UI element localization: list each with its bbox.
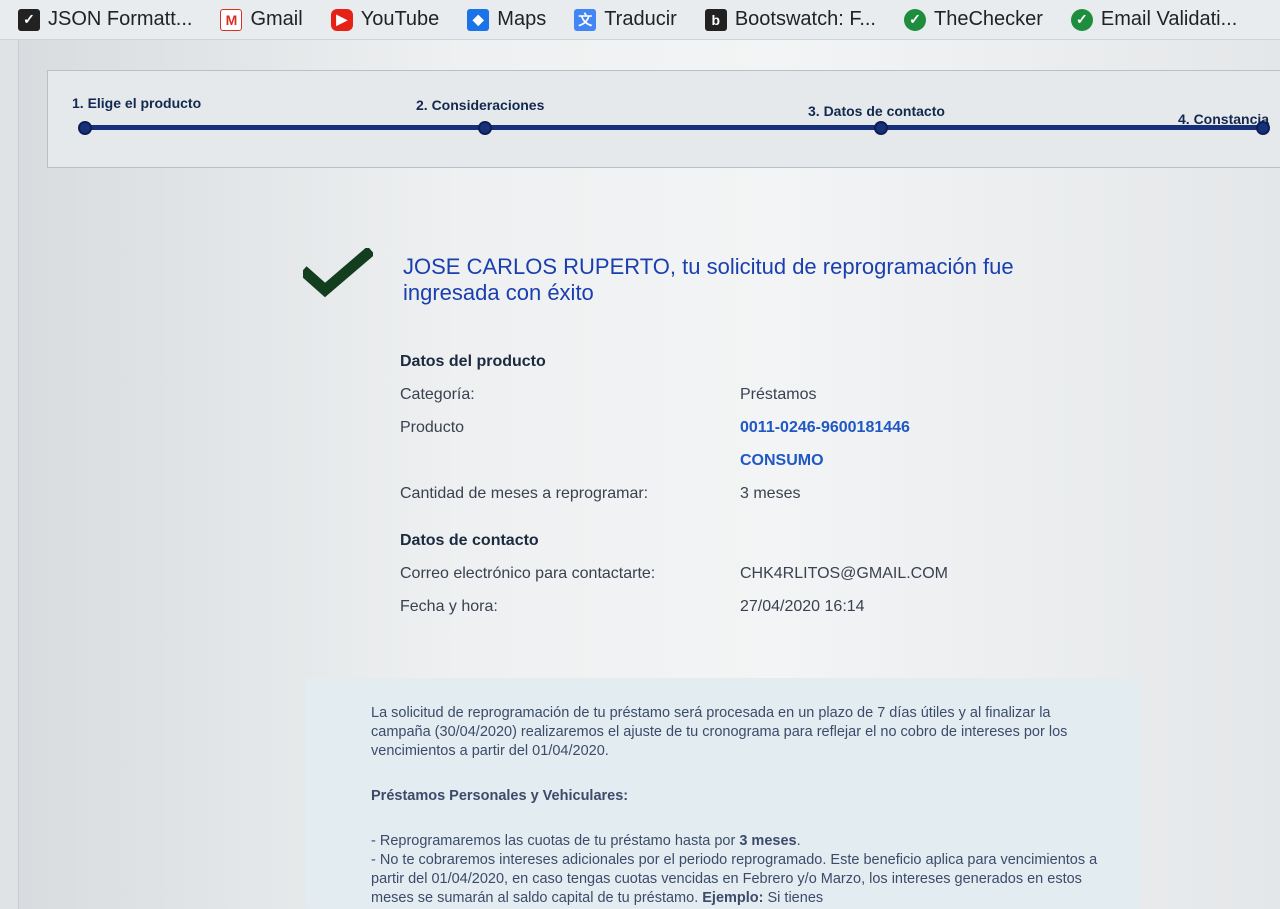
page-content: 1. Elige el producto 2. Consideraciones … bbox=[18, 40, 1280, 909]
contact-section-title: Datos de contacto bbox=[400, 532, 539, 549]
step-3-label: 3. Datos de contacto bbox=[808, 103, 945, 119]
months-value: 3 meses bbox=[740, 485, 801, 502]
bookmark-label: TheChecker bbox=[933, 8, 1043, 30]
email-validation-icon: ✓ bbox=[1070, 8, 1093, 31]
bookmark-traducir[interactable]: 文 Traducir bbox=[560, 0, 691, 40]
youtube-icon: ▶ bbox=[330, 8, 353, 31]
bookmark-label: JSON Formatt... bbox=[48, 8, 193, 30]
bookmark-youtube[interactable]: ▶ YouTube bbox=[317, 0, 454, 40]
email-label: Correo electrónico para contactarte: bbox=[400, 565, 656, 582]
info-subtitle: Préstamos Personales y Vehiculares: bbox=[371, 788, 629, 804]
check-square-icon: ✓ bbox=[18, 8, 40, 31]
product-type-row: CONSUMO bbox=[400, 451, 1020, 484]
email-value: CHK4RLITOS@GMAIL.COM bbox=[740, 565, 948, 582]
gmail-icon: M bbox=[220, 8, 243, 31]
category-value: Préstamos bbox=[740, 386, 817, 403]
success-title: JOSE CARLOS RUPERTO, tu solicitud de rep… bbox=[403, 254, 1014, 305]
bootswatch-icon: b bbox=[704, 8, 727, 31]
bookmark-label: Traducir bbox=[604, 8, 677, 30]
checker-icon: ✓ bbox=[903, 8, 926, 31]
bookmark-gmail[interactable]: M Gmail bbox=[206, 0, 316, 40]
bookmark-email-validation[interactable]: ✓ Email Validati... bbox=[1057, 0, 1251, 40]
product-type[interactable]: CONSUMO bbox=[740, 451, 1020, 484]
step-2-dot bbox=[478, 121, 492, 135]
bookmark-maps[interactable]: ◆ Maps bbox=[453, 0, 560, 40]
request-details: Datos del producto Categoría: Préstamos … bbox=[400, 352, 1020, 630]
category-label: Categoría: bbox=[400, 386, 475, 403]
bookmark-label: Gmail bbox=[250, 8, 303, 30]
bookmarks-bar: ✓ JSON Formatt... M Gmail ▶ YouTube ◆ Ma… bbox=[0, 0, 1280, 40]
bookmark-json-formatter[interactable]: ✓ JSON Formatt... bbox=[4, 0, 206, 40]
product-row: Producto 0011-0246-9600181446 bbox=[400, 418, 1020, 451]
progress-stepper: 1. Elige el producto 2. Consideraciones … bbox=[47, 70, 1280, 168]
bookmark-label: Email Validati... bbox=[1100, 8, 1238, 30]
datetime-row: Fecha y hora: 27/04/2020 16:14 bbox=[400, 597, 1020, 630]
step-1-label: 1. Elige el producto bbox=[72, 95, 202, 111]
step-4-dot bbox=[1256, 121, 1270, 135]
step-3-dot bbox=[874, 121, 888, 135]
product-number[interactable]: 0011-0246-9600181446 bbox=[740, 418, 1020, 451]
info-paragraph: La solicitud de reprogramación de tu pré… bbox=[371, 705, 1068, 759]
info-box: La solicitud de reprogramación de tu pré… bbox=[305, 678, 1141, 909]
bookmark-label: Maps bbox=[497, 8, 547, 30]
bookmark-thechecker[interactable]: ✓ TheChecker bbox=[890, 0, 1057, 40]
email-row: Correo electrónico para contactarte: CHK… bbox=[400, 564, 1020, 597]
info-bullets: - Reprogramaremos las cuotas de tu prést… bbox=[371, 832, 1111, 908]
stepper-track bbox=[84, 125, 1264, 130]
info-bullet-2: - No te cobraremos intereses adicionales… bbox=[371, 852, 1098, 906]
datetime-value: 27/04/2020 16:14 bbox=[740, 598, 865, 615]
bookmark-label: YouTube bbox=[360, 8, 440, 30]
product-section-title: Datos del producto bbox=[400, 353, 546, 370]
translate-icon: 文 bbox=[574, 8, 597, 31]
product-label: Producto bbox=[400, 419, 465, 436]
info-bullet-1: - Reprogramaremos las cuotas de tu prést… bbox=[371, 833, 801, 849]
bookmark-label: Bootswatch: F... bbox=[734, 8, 876, 30]
datetime-label: Fecha y hora: bbox=[400, 598, 498, 615]
bookmark-bootswatch[interactable]: b Bootswatch: F... bbox=[691, 0, 890, 40]
step-1-dot bbox=[78, 121, 92, 135]
category-row: Categoría: Préstamos bbox=[400, 385, 1020, 418]
months-label: Cantidad de meses a reprogramar: bbox=[400, 485, 649, 502]
checkmark-icon bbox=[303, 248, 373, 298]
months-row: Cantidad de meses a reprogramar: 3 meses bbox=[400, 484, 1020, 517]
maps-icon: ◆ bbox=[467, 8, 490, 31]
step-2-label: 2. Consideraciones bbox=[416, 97, 545, 113]
